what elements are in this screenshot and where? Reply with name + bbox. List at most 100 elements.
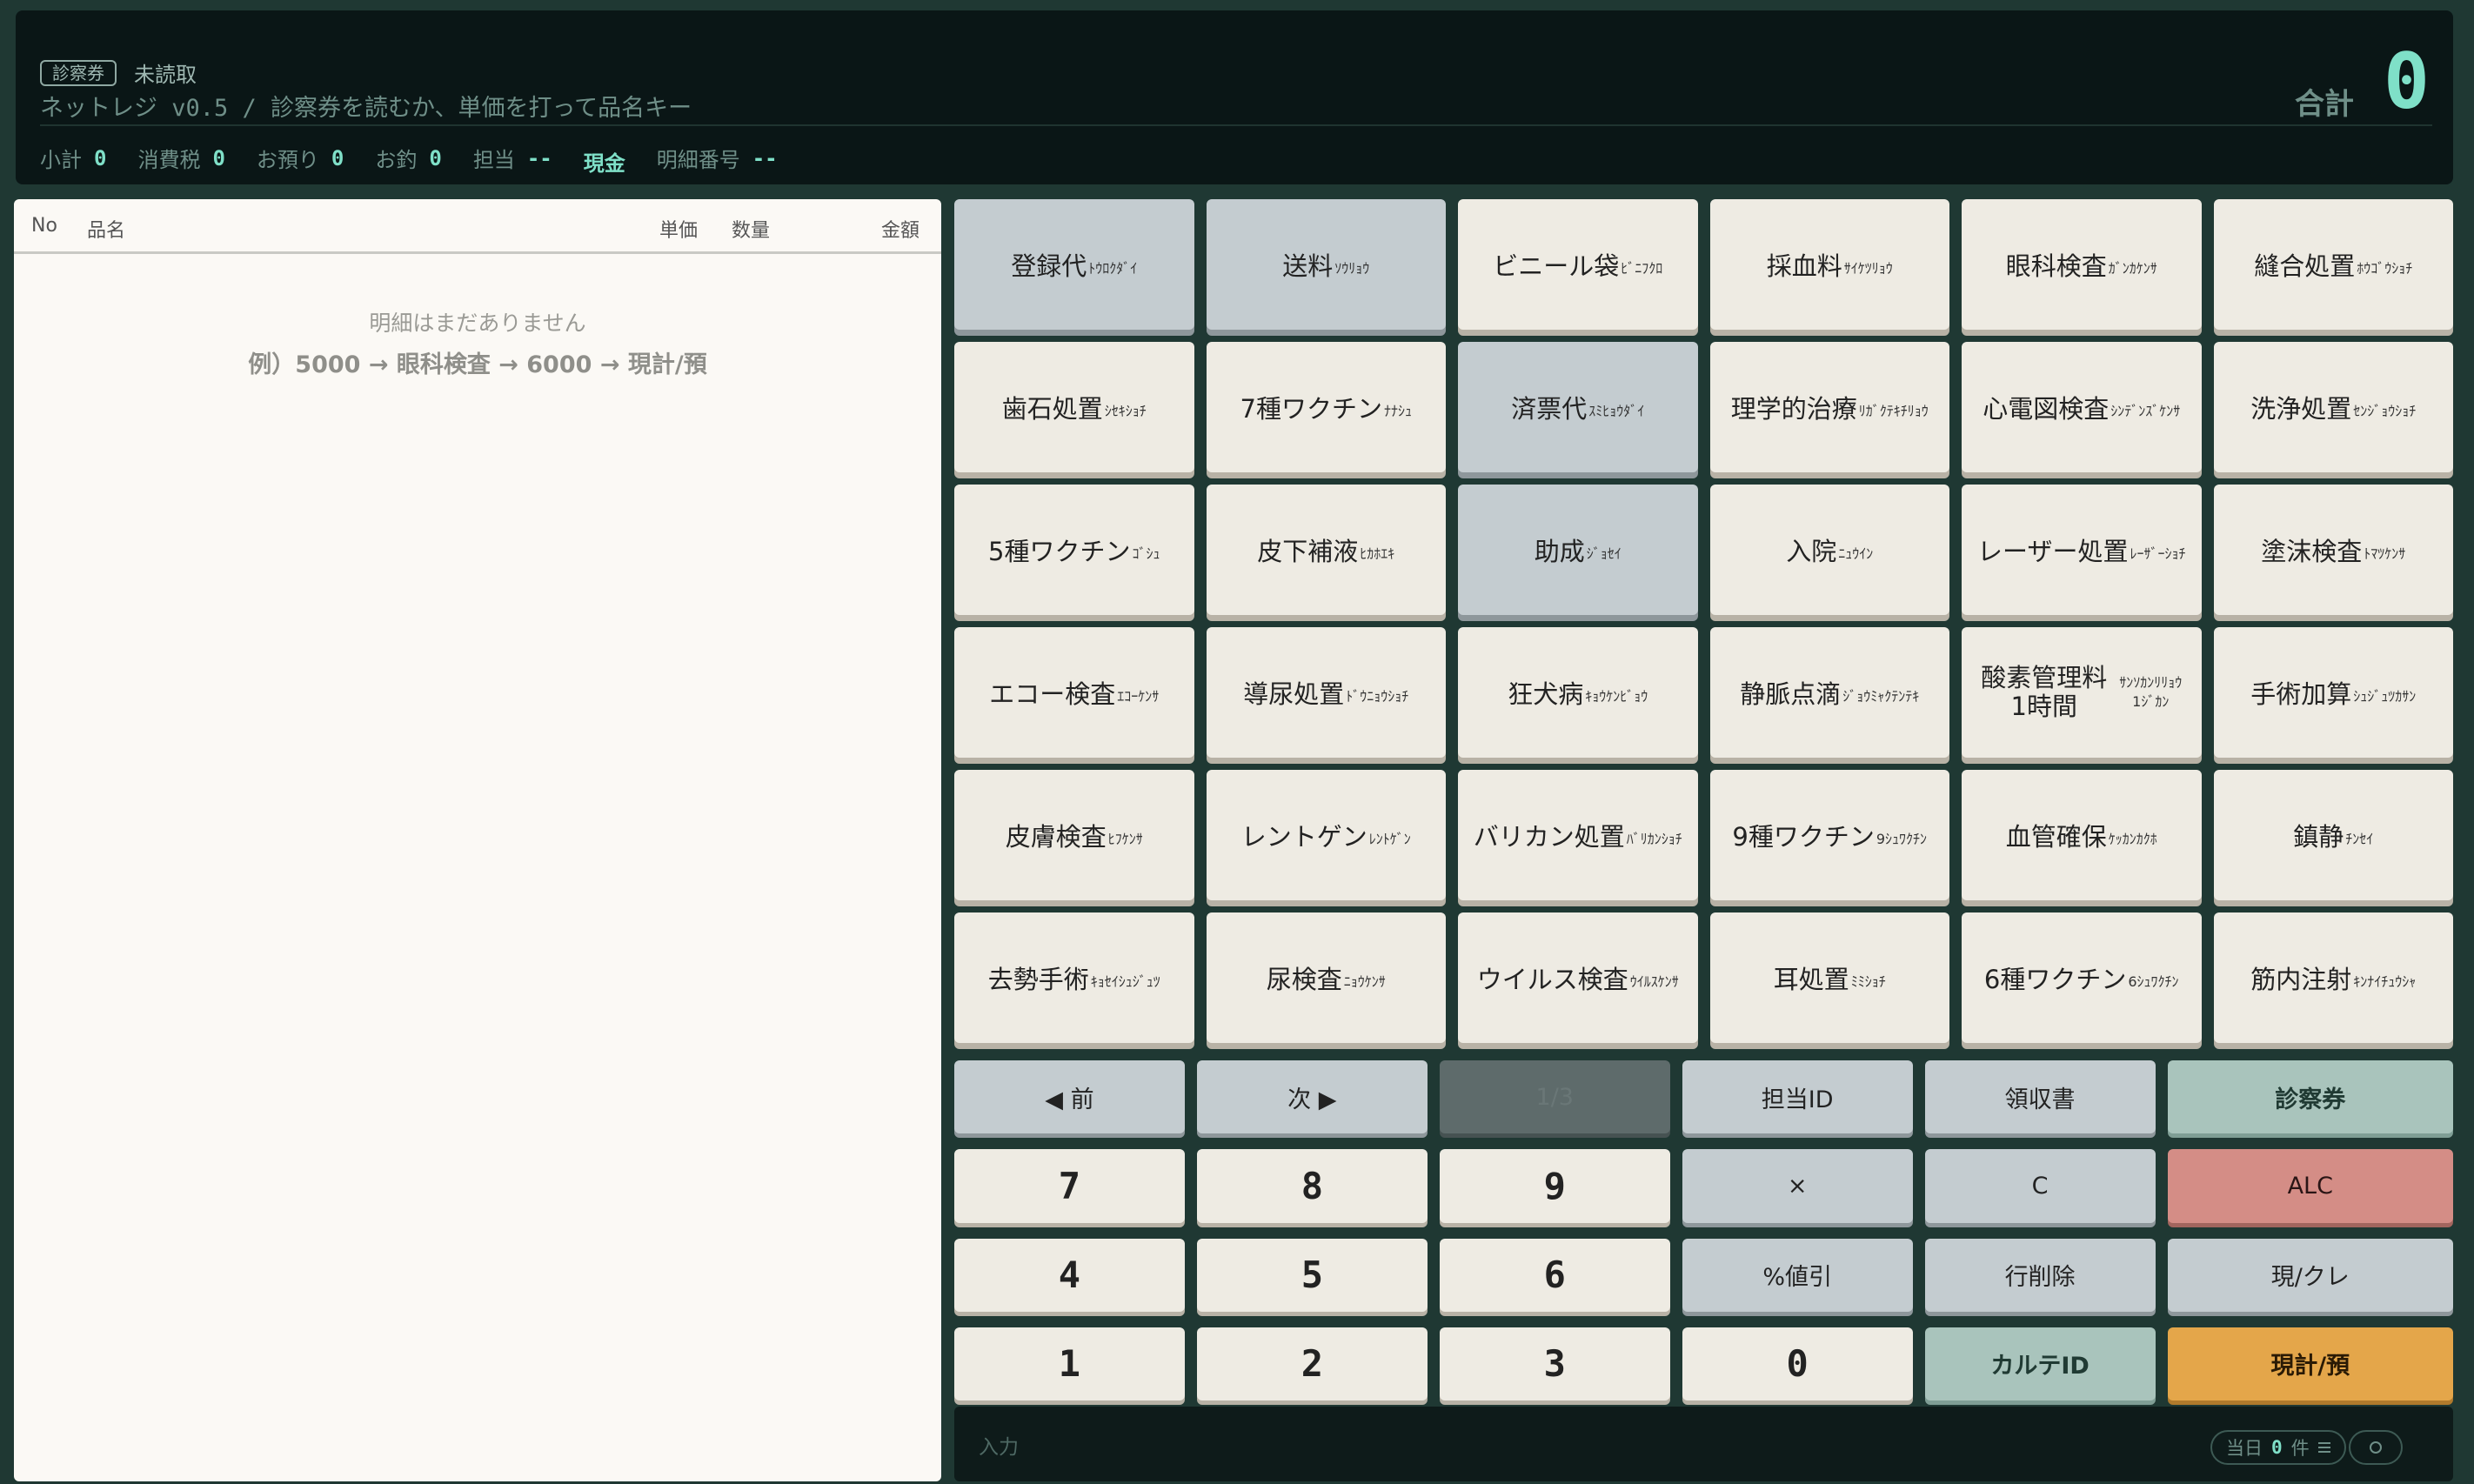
prev-page-button[interactable]: ◀ 前	[954, 1060, 1185, 1134]
col-name: 品名	[87, 220, 126, 242]
item-name: レントゲン	[1240, 822, 1367, 852]
tender-button[interactable]: 現計/預	[2167, 1327, 2453, 1400]
item-key[interactable]: 血管確保 ｹｯｶﾝｶｸﾎ	[1962, 770, 2202, 900]
item-key[interactable]: バリカン処置 ﾊﾞﾘｶﾝｼｮﾁ	[1458, 770, 1698, 900]
item-key[interactable]: 筋内注射 ｷﾝﾅｲﾁｭｳｼｬ	[2213, 912, 2453, 1043]
key-4[interactable]: 4	[954, 1238, 1185, 1312]
key-0[interactable]: 0	[1682, 1327, 1913, 1400]
key-3[interactable]: 3	[1439, 1327, 1670, 1400]
daily-count-value: 0	[2271, 1437, 2283, 1458]
item-key[interactable]: 静脈点滴 ｼﾞｮｳﾐｬｸﾃﾝﾃｷ	[1709, 627, 1949, 758]
item-kana: ｼｾｷｼｮﾁ	[1104, 403, 1147, 419]
key-7[interactable]: 7	[954, 1149, 1185, 1223]
item-key[interactable]: 6種ワクチン 6ｼｭﾜｸﾁﾝ	[1962, 912, 2202, 1043]
item-key[interactable]: レントゲン ﾚﾝﾄｹﾞﾝ	[1206, 770, 1446, 900]
detail-no-label: 明細番号	[656, 148, 740, 172]
daily-count-button[interactable]: 当日 0 件	[2210, 1430, 2346, 1465]
cash-credit-button[interactable]: 現/クレ	[2167, 1238, 2453, 1312]
staff-id-button[interactable]: 担当ID	[1682, 1060, 1913, 1134]
card-button[interactable]: 診察券	[2167, 1060, 2453, 1134]
item-key[interactable]: 送料 ｿｳﾘｮｳ	[1206, 199, 1446, 330]
item-key[interactable]: 塗沫検査 ﾄﾏﾂｹﾝｻ	[2213, 485, 2453, 615]
item-key[interactable]: 済票代 ｽﾐﾋｮｳﾀﾞｲ	[1458, 342, 1698, 472]
stat-tax: 消費税 0	[137, 143, 224, 173]
key-1[interactable]: 1	[954, 1327, 1185, 1400]
empty-message: 明細はまだありません	[369, 311, 586, 336]
item-kana: ﾘｶﾞｸﾃｷﾁﾘｮｳ	[1858, 403, 1929, 419]
item-key[interactable]: 採血料 ｻｲｹﾂﾘｮｳ	[1709, 199, 1949, 330]
item-key[interactable]: 尿検査 ﾆｮｳｹﾝｻ	[1206, 912, 1446, 1043]
item-key[interactable]: 手術加算 ｼｭｼﾞｭﾂｶｻﾝ	[2213, 627, 2453, 758]
item-kana: ｷｮｳｹﾝﾋﾞｮｳ	[1585, 688, 1648, 705]
item-key[interactable]: 皮下補液 ﾋｶﾎｴｷ	[1206, 485, 1446, 615]
item-key[interactable]: 耳処置 ﾐﾐｼｮﾁ	[1709, 912, 1949, 1043]
item-key[interactable]: 眼科検査 ｶﾞﾝｶｹﾝｻ	[1962, 199, 2202, 330]
item-key[interactable]: 9種ワクチン 9ｼｭﾜｸﾁﾝ	[1709, 770, 1949, 900]
item-key[interactable]: ビニール袋 ﾋﾞﾆﾌｸﾛ	[1458, 199, 1698, 330]
next-page-button[interactable]: 次 ▶	[1196, 1060, 1428, 1134]
input-bar[interactable]: 入力 当日 0 件	[954, 1407, 2453, 1481]
item-key[interactable]: 縫合処置 ﾎｳｺﾞｳｼｮﾁ	[2213, 199, 2453, 330]
item-name: 助成	[1534, 537, 1585, 566]
item-key[interactable]: ウイルス検査 ｳｲﾙｽｹﾝｻ	[1458, 912, 1698, 1043]
detail-no-value: --	[752, 145, 778, 170]
settings-button[interactable]	[2349, 1430, 2403, 1465]
item-key[interactable]: 皮膚検査 ﾋﾌｹﾝｻ	[954, 770, 1194, 900]
item-key[interactable]: 助成 ｼﾞｮｾｲ	[1458, 485, 1698, 615]
item-key[interactable]: 導尿処置 ﾄﾞｳﾆｮｳｼｮﾁ	[1206, 627, 1446, 758]
item-key[interactable]: 5種ワクチン ｺﾞｼｭ	[954, 485, 1194, 615]
item-name: 鎮静	[2293, 822, 2344, 852]
item-name: 9種ワクチン	[1732, 822, 1875, 852]
item-name: レーザー処置	[1977, 537, 2129, 566]
key-8[interactable]: 8	[1196, 1149, 1428, 1223]
item-kana: ｻﾝｿｶﾝﾘﾘｮｳ 1ｼﾞｶﾝ	[2119, 673, 2182, 712]
col-amount: 金額	[881, 220, 920, 242]
item-kana: ﾄﾏﾂｹﾝｻ	[2364, 545, 2406, 562]
item-key[interactable]: 鎮静 ﾁﾝｾｲ	[2213, 770, 2453, 900]
item-kana: ﾁﾝｾｲ	[2345, 831, 2374, 847]
stat-subtotal: 小計 0	[40, 143, 106, 173]
item-name: 入院	[1786, 537, 1837, 566]
stat-staff: 担当 --	[473, 143, 552, 173]
discount-button[interactable]: %値引	[1682, 1238, 1913, 1312]
receipt-button[interactable]: 領収書	[1924, 1060, 2156, 1134]
item-key[interactable]: 入院 ﾆｭｳｲﾝ	[1709, 485, 1949, 615]
chart-id-button[interactable]: カルテID	[1924, 1327, 2156, 1400]
key-9[interactable]: 9	[1439, 1149, 1670, 1223]
subtotal-label: 小計	[40, 148, 82, 172]
item-kana-line1: ｻﾝｿｶﾝﾘﾘｮｳ	[2119, 674, 2183, 691]
item-name: 塗沫検査	[2261, 537, 2363, 566]
header-divider	[40, 124, 2432, 126]
deposit-label: お預り	[256, 148, 319, 172]
usage-example: 例）5000 → 眼科検査 → 6000 → 現計/預	[248, 351, 707, 378]
key-5[interactable]: 5	[1196, 1238, 1428, 1312]
item-kana: ｽﾐﾋｮｳﾀﾞｲ	[1588, 403, 1645, 419]
item-kana: ｼｭｼﾞｭﾂｶｻﾝ	[2353, 688, 2417, 705]
item-key[interactable]: 狂犬病 ｷｮｳｹﾝﾋﾞｮｳ	[1458, 627, 1698, 758]
key-6[interactable]: 6	[1439, 1238, 1670, 1312]
item-key[interactable]: 理学的治療 ﾘｶﾞｸﾃｷﾁﾘｮｳ	[1709, 342, 1949, 472]
col-no: No	[31, 215, 57, 237]
item-key[interactable]: 去勢手術 ｷｮｾｲｼｭｼﾞｭﾂ	[954, 912, 1194, 1043]
clear-button[interactable]: C	[1924, 1149, 2156, 1223]
item-key[interactable]: 歯石処置 ｼｾｷｼｮﾁ	[954, 342, 1194, 472]
item-key[interactable]: 心電図検査 ｼﾝﾃﾞﾝｽﾞｹﾝｻ	[1962, 342, 2202, 472]
item-name: 送料	[1282, 251, 1334, 281]
item-name: 歯石処置	[1001, 394, 1103, 424]
item-key[interactable]: 酸素管理料 1時間 ｻﾝｿｶﾝﾘﾘｮｳ 1ｼﾞｶﾝ	[1962, 627, 2202, 758]
item-key[interactable]: エコー検査 ｴｺｰｹﾝｻ	[954, 627, 1194, 758]
item-kana-line2: 1ｼﾞｶﾝ	[2132, 693, 2170, 710]
change-label: お釣	[375, 148, 418, 172]
item-name: 済票代	[1511, 394, 1588, 424]
item-kana: ﾋﾌｹﾝｻ	[1107, 831, 1143, 847]
item-key[interactable]: レーザー処置 ﾚｰｻﾞｰｼｮﾁ	[1962, 485, 2202, 615]
multiply-button[interactable]: ×	[1682, 1149, 1913, 1223]
item-key[interactable]: 洗浄処置 ｾﾝｼﾞｮｳｼｮﾁ	[2213, 342, 2453, 472]
delete-line-button[interactable]: 行削除	[1924, 1238, 2156, 1312]
all-clear-button[interactable]: ALC	[2167, 1149, 2453, 1223]
item-name: バリカン処置	[1473, 822, 1625, 852]
item-key[interactable]: 登録代 ﾄｳﾛｸﾀﾞｲ	[954, 199, 1194, 330]
item-kana: ｹｯｶﾝｶｸﾎ	[2108, 831, 2157, 847]
item-key[interactable]: 7種ワクチン ﾅﾅｼｭ	[1206, 342, 1446, 472]
key-2[interactable]: 2	[1196, 1327, 1428, 1400]
